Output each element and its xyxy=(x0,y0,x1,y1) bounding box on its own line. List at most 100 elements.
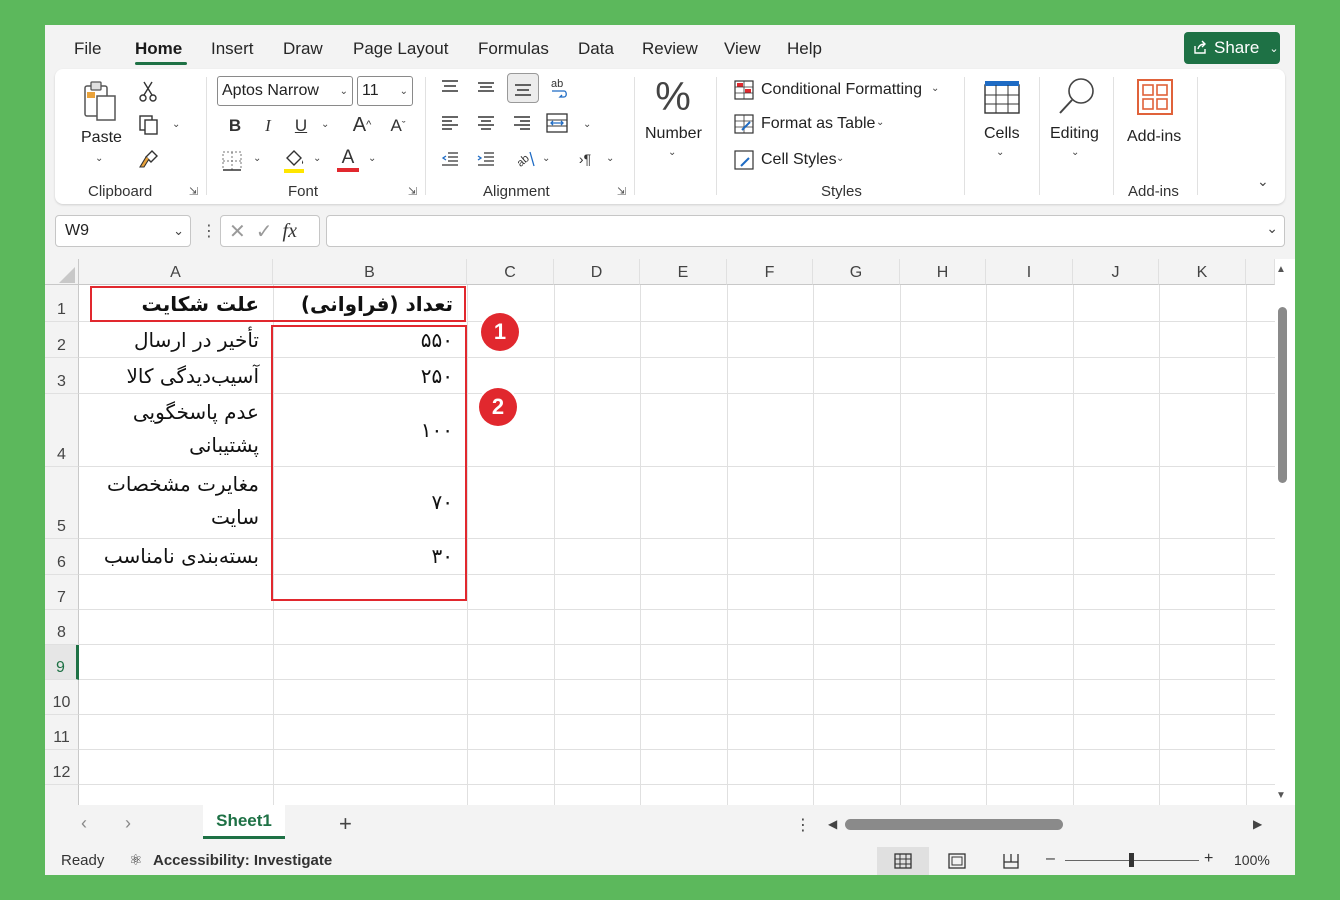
copy-icon[interactable] xyxy=(137,113,161,137)
font-color-dropdown-icon[interactable]: ⌄ xyxy=(368,153,376,164)
shrink-font-button[interactable]: Aˇ xyxy=(385,115,411,137)
column-header-f[interactable]: F xyxy=(727,259,813,285)
zoom-slider-thumb[interactable] xyxy=(1129,853,1134,867)
number-dropdown-icon[interactable]: ⌄ xyxy=(668,147,676,158)
scroll-right-icon[interactable]: ▶ xyxy=(1253,817,1262,831)
paste-label[interactable]: Paste xyxy=(81,129,122,147)
wrap-text-icon[interactable]: ab xyxy=(547,75,571,101)
row-header-8[interactable]: 8 xyxy=(45,610,79,645)
column-header-e[interactable]: E xyxy=(640,259,727,285)
name-box[interactable]: W9 ⌄ xyxy=(55,215,191,247)
add-ins-label[interactable]: Add-ins xyxy=(1127,128,1181,146)
spreadsheet-grid[interactable]: A B C D E F G H I J K 1 2 3 4 5 6 7 8 9 … xyxy=(45,259,1295,805)
cells-label[interactable]: Cells xyxy=(984,125,1020,143)
paste-icon[interactable] xyxy=(79,79,123,125)
cells-dropdown-icon[interactable]: ⌄ xyxy=(996,147,1004,158)
grow-font-button[interactable]: A ^ xyxy=(349,113,375,137)
top-align-icon[interactable] xyxy=(439,77,461,97)
add-ins-icon[interactable] xyxy=(1135,77,1175,117)
column-header-d[interactable]: D xyxy=(554,259,640,285)
format-as-table-dropdown-icon[interactable]: ⌄ xyxy=(876,117,884,128)
middle-align-icon[interactable] xyxy=(475,77,497,97)
column-header-j[interactable]: J xyxy=(1073,259,1159,285)
row-header-1[interactable]: 1 xyxy=(45,285,79,322)
format-as-table-icon[interactable] xyxy=(733,113,755,135)
row-header-11[interactable]: 11 xyxy=(45,715,79,750)
decrease-indent-icon[interactable] xyxy=(439,149,461,169)
cut-icon[interactable] xyxy=(137,79,159,103)
cell-a2[interactable]: تأخیر در ارسال xyxy=(85,325,259,355)
column-header-a[interactable]: A xyxy=(79,259,273,285)
row-header-6[interactable]: 6 xyxy=(45,539,79,575)
borders-dropdown-icon[interactable]: ⌄ xyxy=(253,153,261,164)
merge-dropdown-icon[interactable]: ⌄ xyxy=(583,119,591,130)
next-sheet-icon[interactable]: › xyxy=(125,813,131,834)
percent-icon[interactable]: % xyxy=(653,75,693,119)
zoom-in-icon[interactable]: + xyxy=(1204,850,1213,868)
menu-page-layout[interactable]: Page Layout xyxy=(353,39,448,59)
more-sheets-icon[interactable]: ⋮ xyxy=(795,815,811,835)
page-break-view-icon[interactable] xyxy=(985,847,1037,875)
accessibility-status[interactable]: Accessibility: Investigate xyxy=(153,852,332,869)
cell-styles-button[interactable]: Cell Styles xyxy=(761,151,837,169)
column-header-k[interactable]: K xyxy=(1159,259,1246,285)
column-header-g[interactable]: G xyxy=(813,259,900,285)
normal-view-icon[interactable] xyxy=(877,847,929,875)
menu-view[interactable]: View xyxy=(724,39,761,59)
increase-indent-icon[interactable] xyxy=(475,149,497,169)
number-label[interactable]: Number xyxy=(645,125,702,143)
fill-color-dropdown-icon[interactable]: ⌄ xyxy=(313,153,321,164)
text-direction-dropdown-icon[interactable]: ⌄ xyxy=(606,153,614,164)
scroll-up-icon[interactable]: ▲ xyxy=(1276,264,1286,275)
more-options-icon[interactable]: ⋮ xyxy=(201,221,217,241)
magnifier-icon[interactable] xyxy=(1055,75,1099,117)
cell-styles-dropdown-icon[interactable]: ⌄ xyxy=(836,153,844,164)
cancel-icon[interactable]: ✕ xyxy=(229,219,246,244)
row-header-13[interactable]: 13 xyxy=(45,785,79,805)
scroll-left-icon[interactable]: ◀ xyxy=(828,817,837,831)
cells-icon[interactable] xyxy=(981,77,1023,117)
cell-a5[interactable]: مغایرت مشخصات سایت xyxy=(85,469,259,532)
format-painter-icon[interactable] xyxy=(137,147,161,171)
cell-a6[interactable]: بسته‌بندی نامناسب xyxy=(85,541,259,571)
bottom-align-icon[interactable] xyxy=(507,73,539,103)
row-header-12[interactable]: 12 xyxy=(45,750,79,785)
editing-label[interactable]: Editing xyxy=(1050,125,1099,143)
underline-button[interactable]: U xyxy=(291,115,311,137)
font-size-select[interactable]: 11 ⌄ xyxy=(357,76,413,106)
formula-input[interactable]: ⌄ xyxy=(326,215,1285,247)
align-center-icon[interactable] xyxy=(475,113,497,133)
sheet-tab-sheet1[interactable]: Sheet1 xyxy=(203,805,285,839)
column-header-c[interactable]: C xyxy=(467,259,554,285)
zoom-level[interactable]: 100% xyxy=(1234,852,1270,868)
menu-draw[interactable]: Draw xyxy=(283,39,323,59)
collapse-ribbon-icon[interactable]: ⌄ xyxy=(1257,173,1269,190)
conditional-formatting-icon[interactable] xyxy=(733,79,755,101)
menu-help[interactable]: Help xyxy=(787,39,822,59)
alignment-launcher-icon[interactable]: ⇲ xyxy=(617,185,626,198)
fill-color-icon[interactable] xyxy=(281,147,307,175)
row-header-4[interactable]: 4 xyxy=(45,394,79,467)
prev-sheet-icon[interactable]: ‹ xyxy=(81,813,87,834)
page-layout-view-icon[interactable] xyxy=(931,847,983,875)
menu-data[interactable]: Data xyxy=(578,39,614,59)
menu-file[interactable]: File xyxy=(74,39,101,59)
menu-formulas[interactable]: Formulas xyxy=(478,39,549,59)
share-button[interactable]: Share ⌄ xyxy=(1184,32,1280,64)
bold-button[interactable]: B xyxy=(225,115,245,137)
menu-review[interactable]: Review xyxy=(642,39,698,59)
row-header-7[interactable]: 7 xyxy=(45,575,79,610)
conditional-formatting-button[interactable]: Conditional Formatting xyxy=(761,81,922,99)
underline-dropdown-icon[interactable]: ⌄ xyxy=(321,119,329,130)
conditional-formatting-dropdown-icon[interactable]: ⌄ xyxy=(931,83,939,94)
align-left-icon[interactable] xyxy=(439,113,461,133)
font-launcher-icon[interactable]: ⇲ xyxy=(408,185,417,198)
cell-a3[interactable]: آسیب‌دیدگی کالا xyxy=(85,361,259,391)
column-header-b[interactable]: B xyxy=(273,259,467,285)
select-all-corner[interactable] xyxy=(45,259,79,285)
paste-dropdown-icon[interactable]: ⌄ xyxy=(95,153,103,164)
zoom-out-icon[interactable]: – xyxy=(1046,850,1055,868)
row-header-5[interactable]: 5 xyxy=(45,467,79,539)
borders-icon[interactable] xyxy=(220,149,244,173)
clipboard-launcher-icon[interactable]: ⇲ xyxy=(189,185,198,198)
